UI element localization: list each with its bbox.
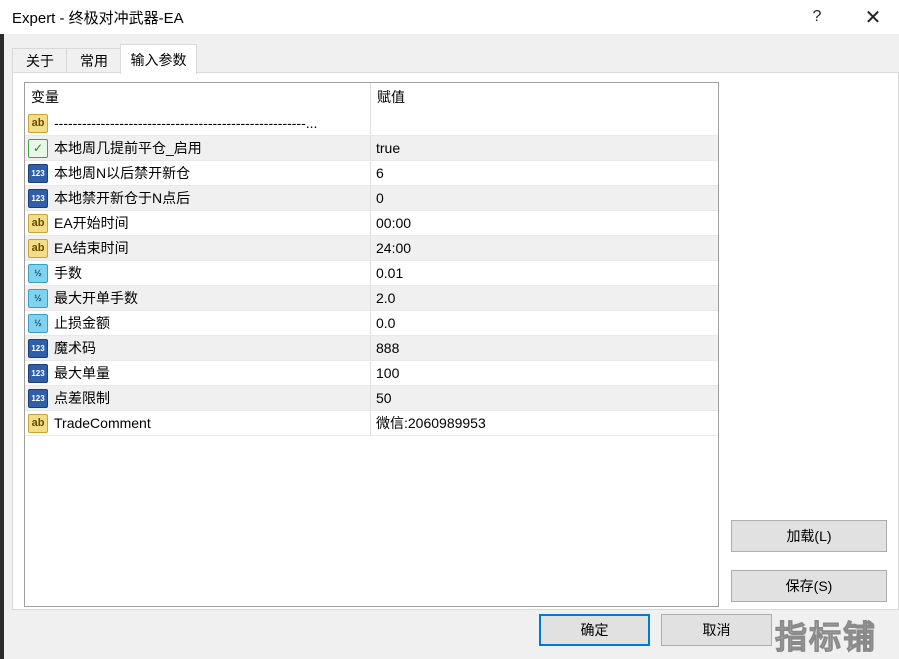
variable-cell: ab --------------------------------------… bbox=[25, 111, 371, 135]
variable-cell: 123 本地周N以后禁开新仓 bbox=[25, 161, 371, 185]
table-row[interactable]: 123 魔术码 888 bbox=[25, 336, 718, 361]
window-title: Expert - 终极对冲武器-EA bbox=[12, 10, 184, 27]
grid-header: 变量 赋值 bbox=[25, 83, 718, 111]
table-row[interactable]: 123 最大单量 100 bbox=[25, 361, 718, 386]
variable-cell: 123 点差限制 bbox=[25, 386, 371, 410]
variable-cell: 123 本地禁开新仓于N点后 bbox=[25, 186, 371, 210]
variable-name: ----------------------------------------… bbox=[54, 115, 318, 131]
value-cell[interactable]: 50 bbox=[371, 386, 718, 410]
table-row[interactable]: ½ 止损金额 0.0 bbox=[25, 311, 718, 336]
variable-cell: 123 魔术码 bbox=[25, 336, 371, 360]
table-row[interactable]: ✓ 本地周几提前平仓_启用 true bbox=[25, 136, 718, 161]
title-bar: Expert - 终极对冲武器-EA ? ✕ bbox=[0, 0, 899, 34]
double-type-icon: ½ bbox=[28, 313, 48, 333]
cancel-button[interactable]: 取消 bbox=[661, 614, 772, 646]
variable-name: 本地禁开新仓于N点后 bbox=[54, 190, 191, 206]
variable-name: EA开始时间 bbox=[54, 215, 129, 231]
string-type-icon: ab bbox=[28, 213, 48, 233]
variable-name: 魔术码 bbox=[54, 340, 96, 356]
value-cell[interactable]: 0.0 bbox=[371, 311, 718, 335]
string-type-icon: ab bbox=[28, 113, 48, 133]
parameters-grid: 变量 赋值 ab --------------------------------… bbox=[24, 82, 719, 607]
variable-cell: ½ 最大开单手数 bbox=[25, 286, 371, 310]
value-cell[interactable] bbox=[371, 111, 718, 135]
value-cell[interactable]: 2.0 bbox=[371, 286, 718, 310]
tab-common[interactable]: 常用 bbox=[66, 48, 122, 73]
variable-cell: ab EA开始时间 bbox=[25, 211, 371, 235]
watermark-logo: 指标铺 bbox=[774, 619, 878, 656]
tab-inputs[interactable]: 输入参数 bbox=[120, 44, 197, 74]
variable-cell: ½ 手数 bbox=[25, 261, 371, 285]
table-row[interactable]: ½ 手数 0.01 bbox=[25, 261, 718, 286]
value-cell[interactable]: 100 bbox=[371, 361, 718, 385]
value-cell[interactable]: 0 bbox=[371, 186, 718, 210]
variable-cell: 123 最大单量 bbox=[25, 361, 371, 385]
background-window-edge bbox=[0, 34, 4, 659]
variable-name: 本地周几提前平仓_启用 bbox=[54, 140, 202, 156]
variable-name: 点差限制 bbox=[54, 390, 110, 406]
column-header-variable[interactable]: 变量 bbox=[25, 83, 371, 111]
variable-cell: ab TradeComment bbox=[25, 411, 371, 435]
value-cell[interactable]: 24:00 bbox=[371, 236, 718, 260]
variable-name: 本地周N以后禁开新仓 bbox=[54, 165, 191, 181]
value-cell[interactable]: 888 bbox=[371, 336, 718, 360]
table-row[interactable]: 123 本地禁开新仓于N点后 0 bbox=[25, 186, 718, 211]
variable-name: 手数 bbox=[54, 265, 82, 281]
integer-type-icon: 123 bbox=[28, 388, 48, 408]
double-type-icon: ½ bbox=[28, 288, 48, 308]
table-row[interactable]: ab --------------------------------------… bbox=[25, 111, 718, 136]
value-cell[interactable]: 6 bbox=[371, 161, 718, 185]
save-button[interactable]: 保存(S) bbox=[731, 570, 887, 602]
table-row[interactable]: 123 本地周N以后禁开新仓 6 bbox=[25, 161, 718, 186]
value-cell[interactable]: 00:00 bbox=[371, 211, 718, 235]
tab-about[interactable]: 关于 bbox=[12, 48, 68, 73]
ok-button[interactable]: 确定 bbox=[539, 614, 650, 646]
value-cell[interactable]: 微信:2060989953 bbox=[371, 411, 718, 435]
column-header-value[interactable]: 赋值 bbox=[371, 83, 718, 111]
help-button[interactable]: ? bbox=[794, 0, 840, 34]
variable-name: TradeComment bbox=[54, 415, 151, 431]
integer-type-icon: 123 bbox=[28, 188, 48, 208]
integer-type-icon: 123 bbox=[28, 163, 48, 183]
variable-cell: ab EA结束时间 bbox=[25, 236, 371, 260]
integer-type-icon: 123 bbox=[28, 363, 48, 383]
variable-name: 止损金额 bbox=[54, 315, 110, 331]
value-cell[interactable]: true bbox=[371, 136, 718, 160]
table-row[interactable]: ½ 最大开单手数 2.0 bbox=[25, 286, 718, 311]
table-row[interactable]: ab EA开始时间 00:00 bbox=[25, 211, 718, 236]
double-type-icon: ½ bbox=[28, 263, 48, 283]
string-type-icon: ab bbox=[28, 238, 48, 258]
bool-type-icon: ✓ bbox=[28, 138, 48, 158]
integer-type-icon: 123 bbox=[28, 338, 48, 358]
variable-name: 最大单量 bbox=[54, 365, 110, 381]
value-cell[interactable]: 0.01 bbox=[371, 261, 718, 285]
variable-name: 最大开单手数 bbox=[54, 290, 138, 306]
table-row[interactable]: ab EA结束时间 24:00 bbox=[25, 236, 718, 261]
close-button[interactable]: ✕ bbox=[850, 0, 896, 34]
table-row[interactable]: ab TradeComment 微信:2060989953 bbox=[25, 411, 718, 436]
grid-rows: ab --------------------------------------… bbox=[25, 111, 718, 436]
variable-cell: ½ 止损金额 bbox=[25, 311, 371, 335]
variable-name: EA结束时间 bbox=[54, 240, 129, 256]
string-type-icon: ab bbox=[28, 413, 48, 433]
variable-cell: ✓ 本地周几提前平仓_启用 bbox=[25, 136, 371, 160]
load-button[interactable]: 加载(L) bbox=[731, 520, 887, 552]
table-row[interactable]: 123 点差限制 50 bbox=[25, 386, 718, 411]
